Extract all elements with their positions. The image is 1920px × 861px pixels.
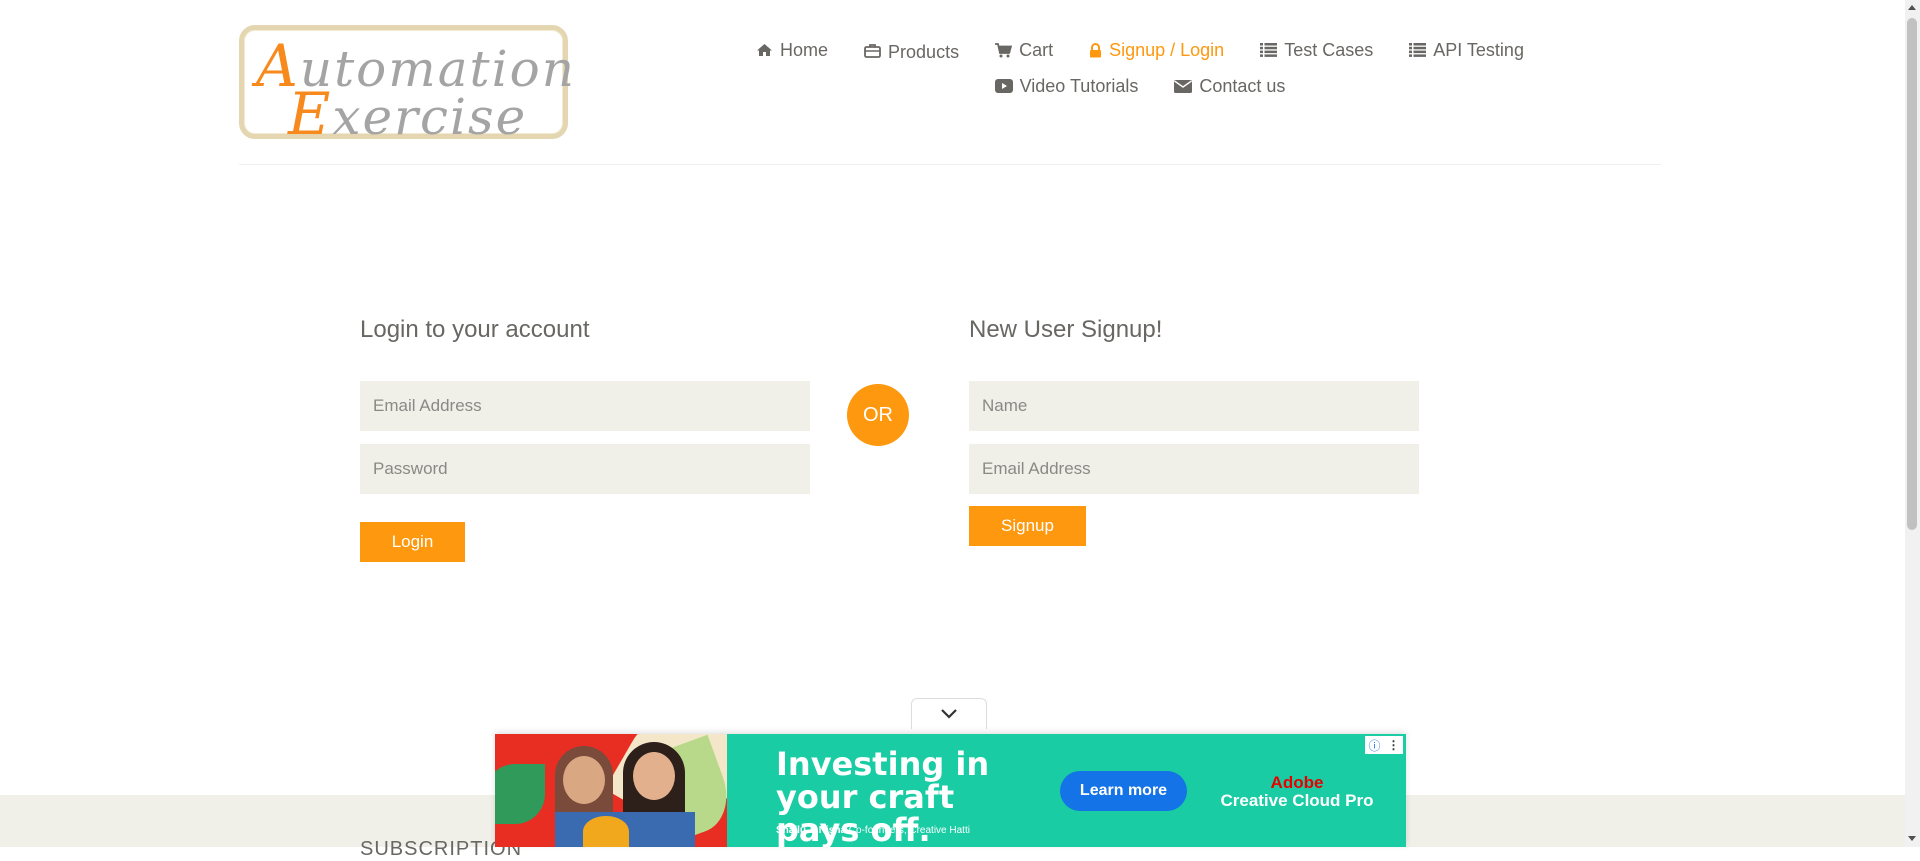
nav-test-cases[interactable]: Test Cases (1242, 36, 1391, 64)
info-icon[interactable]: ⓘ (1368, 737, 1380, 754)
signup-name-input[interactable] (969, 381, 1419, 431)
ad-info-controls[interactable]: ⓘ ⋮ (1365, 736, 1403, 754)
youtube-icon (994, 79, 1013, 93)
signup-title: New User Signup! (969, 316, 1163, 343)
nav-video-tutorials[interactable]: Video Tutorials (977, 72, 1157, 100)
nav-cart[interactable]: Cart (977, 36, 1071, 64)
login-title: Login to your account (360, 316, 590, 343)
list-icon (1260, 43, 1278, 57)
signup-button[interactable]: Signup (969, 506, 1086, 546)
header-divider (239, 164, 1661, 165)
home-icon (757, 44, 773, 56)
ad-banner[interactable]: Investing in your craft pays off. Shallu… (495, 734, 1406, 847)
list-icon (1409, 43, 1427, 57)
ad-collapse-toggle[interactable] (911, 698, 987, 729)
nav-api-testing[interactable]: API Testing (1391, 36, 1542, 64)
main-nav: Home Products Cart Signup / Login Test C… (700, 36, 1580, 100)
logo-line-2: Exercise (288, 80, 528, 148)
cart-icon (995, 42, 1013, 57)
ad-learn-more-button[interactable]: Learn more (1060, 771, 1187, 811)
page-scrollbar[interactable] (1905, 0, 1920, 847)
nav-contact-us[interactable]: Contact us (1156, 72, 1303, 100)
login-button[interactable]: Login (360, 522, 465, 562)
signup-email-input[interactable] (969, 444, 1419, 494)
site-logo[interactable]: Automation Exercise (239, 25, 574, 148)
lock-icon (1090, 42, 1102, 57)
more-options-icon[interactable]: ⋮ (1387, 738, 1399, 752)
scroll-down-arrow-icon[interactable] (1908, 836, 1916, 841)
scrollbar-thumb[interactable] (1907, 18, 1917, 530)
envelope-icon (1174, 80, 1193, 93)
ad-subtext: Shallu & Nisha Co-founders, Creative Hat… (776, 825, 970, 836)
ad-brand: Adobe Creative Cloud Pro (1220, 773, 1374, 810)
or-badge: OR (847, 384, 909, 446)
scroll-up-arrow-icon[interactable] (1908, 5, 1916, 10)
nav-signup-login[interactable]: Signup / Login (1071, 36, 1242, 64)
briefcase-icon (864, 43, 881, 58)
login-email-input[interactable] (360, 381, 810, 431)
nav-products[interactable]: Products (846, 36, 977, 64)
nav-home[interactable]: Home (738, 36, 846, 64)
ad-image (495, 734, 727, 847)
chevron-down-icon (941, 709, 957, 719)
login-password-input[interactable] (360, 444, 810, 494)
